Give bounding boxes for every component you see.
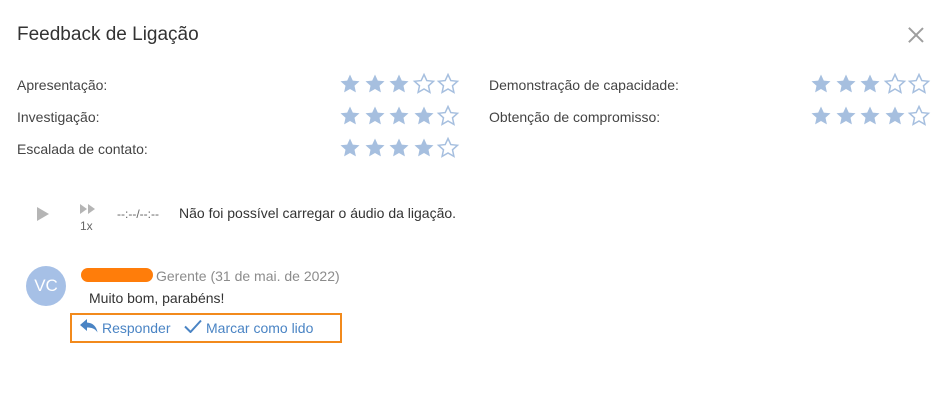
star-filled-icon[interactable] (387, 136, 411, 160)
playback-speed[interactable]: 1x (80, 219, 93, 233)
dialog-title: Feedback de Ligação (17, 24, 199, 45)
rating-label-demonstracao: Demonstração de capacidade: (489, 77, 679, 93)
comment-meta: Gerente (31 de mai. de 2022) (156, 268, 340, 284)
play-icon[interactable] (37, 207, 49, 221)
star-filled-icon[interactable] (834, 104, 858, 128)
comment-text: Muito bom, parabéns! (89, 290, 225, 306)
star-filled-icon[interactable] (387, 104, 411, 128)
rating-label-apresentacao: Apresentação: (17, 77, 108, 93)
star-empty-icon[interactable] (883, 72, 907, 96)
rating-stars-apresentacao[interactable] (338, 72, 461, 96)
star-filled-icon[interactable] (412, 136, 436, 160)
fast-forward-icon[interactable] (80, 201, 96, 219)
rating-label-escalada: Escalada de contato: (17, 141, 148, 157)
star-empty-icon[interactable] (907, 72, 931, 96)
star-filled-icon[interactable] (858, 72, 882, 96)
rating-stars-escalada[interactable] (338, 136, 461, 160)
star-empty-icon[interactable] (412, 72, 436, 96)
redacted-author-name (81, 268, 153, 282)
star-empty-icon[interactable] (907, 104, 931, 128)
reply-button[interactable]: Responder (80, 319, 171, 336)
avatar: VC (26, 266, 66, 306)
star-filled-icon[interactable] (809, 104, 833, 128)
rating-label-obtencao: Obtenção de compromisso: (489, 109, 661, 125)
star-filled-icon[interactable] (883, 104, 907, 128)
star-empty-icon[interactable] (436, 72, 460, 96)
rating-stars-demonstracao[interactable] (809, 72, 932, 96)
time-display: --:--/--:-- (117, 207, 159, 221)
star-empty-icon[interactable] (436, 104, 460, 128)
reply-icon (80, 319, 102, 336)
mark-as-read-label: Marcar como lido (206, 319, 314, 336)
star-filled-icon[interactable] (858, 104, 882, 128)
star-filled-icon[interactable] (363, 136, 387, 160)
rating-stars-obtencao[interactable] (809, 104, 932, 128)
star-filled-icon[interactable] (338, 104, 362, 128)
rating-label-investigacao: Investigação: (17, 109, 100, 125)
mark-as-read-button[interactable]: Marcar como lido (184, 319, 313, 336)
rating-stars-investigacao[interactable] (338, 104, 461, 128)
star-filled-icon[interactable] (338, 72, 362, 96)
star-filled-icon[interactable] (834, 72, 858, 96)
check-icon (184, 319, 206, 336)
star-filled-icon[interactable] (338, 136, 362, 160)
star-filled-icon[interactable] (363, 72, 387, 96)
star-filled-icon[interactable] (363, 104, 387, 128)
star-empty-icon[interactable] (436, 136, 460, 160)
star-filled-icon[interactable] (387, 72, 411, 96)
audio-error-message: Não foi possível carregar o áudio da lig… (179, 205, 457, 221)
close-icon[interactable] (906, 25, 926, 45)
reply-label: Responder (102, 319, 171, 336)
star-filled-icon[interactable] (809, 72, 833, 96)
star-filled-icon[interactable] (412, 104, 436, 128)
